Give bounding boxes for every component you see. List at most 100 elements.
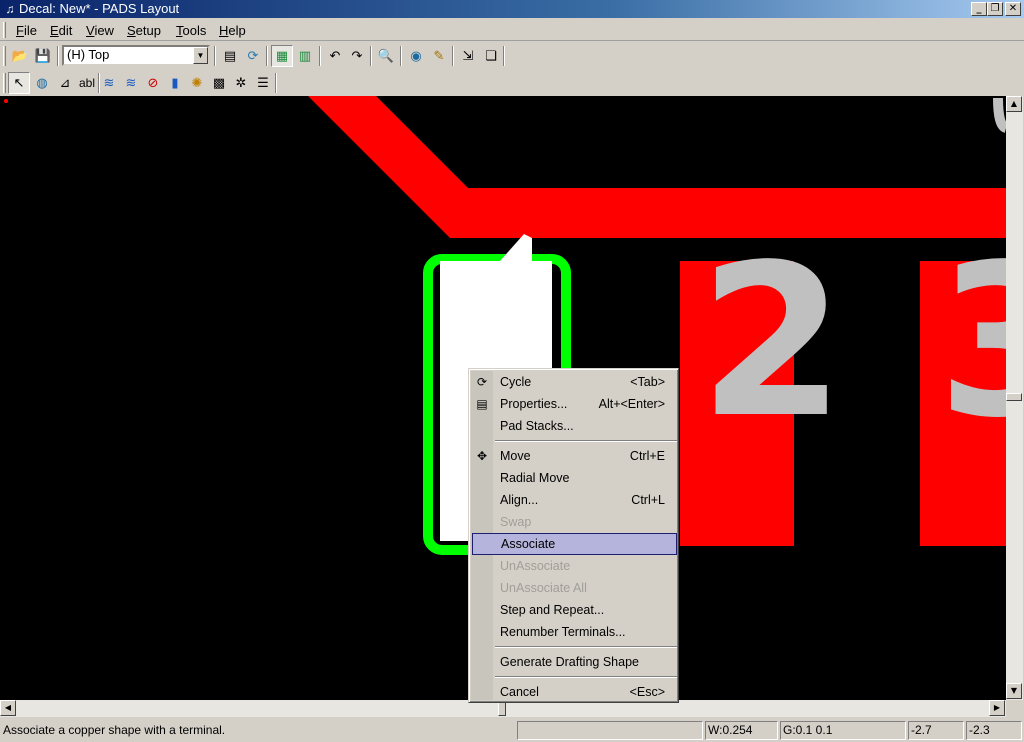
menu-setup[interactable]: Setup — [121, 22, 167, 39]
dropdown-arrow-icon[interactable]: ▼ — [193, 47, 208, 64]
minimize-button[interactable]: _ — [971, 2, 987, 16]
menu-item-label: Pad Stacks... — [500, 419, 574, 433]
context-menu-separator — [495, 440, 677, 442]
menu-item-shortcut: Ctrl+L — [631, 493, 665, 507]
menu-bar: File Edit View Setup Tools Help — [0, 19, 1024, 41]
vertical-scroll-thumb[interactable] — [1006, 393, 1022, 401]
zoom-icon: 🔍 — [377, 48, 395, 64]
display-colors-icon: ▦ — [275, 48, 289, 64]
layer-select[interactable]: (H) Top ▼ — [62, 45, 210, 66]
toolbar-grip[interactable] — [3, 73, 6, 93]
menu-item-shortcut: Ctrl+E — [629, 449, 665, 463]
undo-icon: ↶ — [329, 48, 341, 64]
scroll-right-button[interactable]: ▶ — [989, 700, 1005, 716]
vertical-scrollbar[interactable]: ▲ ▼ — [1006, 96, 1023, 700]
menu-setup-accel: S — [127, 23, 136, 38]
menu-item-label: UnAssociate — [500, 559, 571, 573]
menu-item-label: Align... — [500, 493, 539, 507]
menu-item-label: Radial Move — [500, 471, 570, 485]
status-y-coordinate: -2.3 — [966, 721, 1022, 740]
undo-button[interactable]: ↶ — [324, 45, 346, 67]
menu-item-renumber-terminals[interactable]: Renumber Terminals... — [472, 621, 677, 643]
toolbar-grip[interactable] — [3, 46, 6, 66]
properties-button[interactable]: ▤ — [219, 45, 241, 67]
text-tool-button[interactable]: abl — [76, 72, 98, 94]
list-button[interactable]: ☰ — [252, 72, 274, 94]
context-menu: ⟳ Cycle <Tab> ▤ Properties... Alt+<Enter> Pad … — [468, 368, 679, 703]
menu-item-pad-stacks[interactable]: Pad Stacks... — [472, 415, 677, 437]
close-icon: ✕ — [1008, 3, 1018, 14]
menu-view[interactable]: View — [80, 22, 120, 39]
scroll-down-button[interactable]: ▼ — [1006, 683, 1022, 699]
drafting-button[interactable]: ✎ — [428, 45, 450, 67]
grid-icon: ▩ — [212, 75, 226, 91]
grid-button[interactable]: ▩ — [208, 72, 230, 94]
view-3d-button[interactable]: ◉ — [405, 45, 427, 67]
open-folder-icon: 📂 — [11, 48, 29, 64]
menu-file[interactable]: File — [10, 22, 43, 39]
scroll-down-icon: ▼ — [1010, 686, 1018, 695]
menu-item-step-and-repeat[interactable]: Step and Repeat... — [472, 599, 677, 621]
library-button[interactable]: ▮ — [164, 72, 186, 94]
menu-item-cancel[interactable]: Cancel <Esc> — [472, 681, 677, 703]
export-button[interactable]: ⇲ — [457, 45, 479, 67]
pads-app-icon[interactable]: ♫ — [2, 1, 18, 17]
move-icon: ✥ — [476, 449, 488, 463]
menu-item-associate[interactable]: Associate — [472, 533, 677, 555]
view-3d-icon: ◉ — [410, 48, 422, 64]
menu-item-cycle[interactable]: ⟳ Cycle <Tab> — [472, 371, 677, 393]
partial-terminal-arc — [993, 97, 1006, 133]
wizard-button[interactable]: ✺ — [186, 72, 208, 94]
context-menu-separator — [495, 676, 677, 678]
zoom-button[interactable]: 🔍 — [375, 45, 397, 67]
dxf-import-button[interactable]: ✲ — [230, 72, 252, 94]
dxf-icon: ✲ — [235, 75, 247, 91]
scrollbar-corner — [1006, 700, 1023, 717]
layers-icon: ▥ — [298, 48, 312, 64]
status-grid: G:0.1 0.1 — [780, 721, 906, 740]
layers-button[interactable]: ▥ — [294, 45, 316, 67]
restore-icon: ❐ — [990, 3, 1000, 14]
menu-tools[interactable]: Tools — [170, 22, 212, 39]
copper-plane-button[interactable]: ≋ — [98, 72, 120, 94]
cycle-button[interactable]: ⟳ — [242, 45, 264, 67]
toolbar-separator — [452, 46, 454, 66]
menu-edit[interactable]: Edit — [44, 22, 78, 39]
windows-button[interactable]: ❏ — [480, 45, 502, 67]
scroll-left-button[interactable]: ◀ — [0, 700, 16, 716]
menu-edit-label: dit — [58, 23, 73, 38]
windows-icon: ❏ — [485, 48, 497, 64]
menu-item-radial-move[interactable]: Radial Move — [472, 467, 677, 489]
close-button[interactable]: ✕ — [1005, 2, 1021, 16]
open-button[interactable]: 📂 — [9, 45, 31, 67]
keepout-button[interactable]: ⊘ — [142, 72, 164, 94]
display-colors-button[interactable]: ▦ — [271, 45, 293, 67]
select-arrow-icon: ↖ — [13, 75, 25, 91]
save-icon: 💾 — [34, 48, 52, 64]
menu-item-label: UnAssociate All — [500, 581, 587, 595]
redo-button[interactable]: ↷ — [346, 45, 368, 67]
toolbar-separator — [319, 46, 321, 66]
restore-button[interactable]: ❐ — [987, 2, 1003, 16]
plane-area-button[interactable]: ≋ — [120, 72, 142, 94]
menu-help[interactable]: Help — [213, 22, 252, 39]
menu-item-generate-drafting-shape[interactable]: Generate Drafting Shape — [472, 651, 677, 673]
toolbar-separator — [400, 46, 402, 66]
menu-help-label: elp — [228, 23, 246, 38]
menu-item-align[interactable]: Align... Ctrl+L — [472, 489, 677, 511]
menu-item-properties[interactable]: ▤ Properties... Alt+<Enter> — [472, 393, 677, 415]
title-bar[interactable]: ♫ Decal: New* - PADS Layout _ ❐ ✕ — [0, 0, 1024, 18]
menubar-grip[interactable] — [3, 22, 6, 38]
toolbar-separator — [370, 46, 372, 66]
menu-file-accel: F — [16, 23, 24, 38]
scroll-up-button[interactable]: ▲ — [1006, 96, 1022, 112]
toolbar-separator — [503, 46, 505, 66]
text-tool-icon: abl — [78, 76, 95, 90]
menu-item-swap: Swap — [472, 511, 677, 533]
terminal-button[interactable]: ⊿ — [54, 72, 76, 94]
select-mode-button[interactable]: ↖ — [8, 72, 30, 94]
terminal-icon: ⊿ — [59, 75, 71, 91]
save-button[interactable]: 💾 — [32, 45, 54, 67]
menu-item-move[interactable]: ✥ Move Ctrl+E — [472, 445, 677, 467]
modeless-button[interactable]: ◍ — [31, 72, 53, 94]
